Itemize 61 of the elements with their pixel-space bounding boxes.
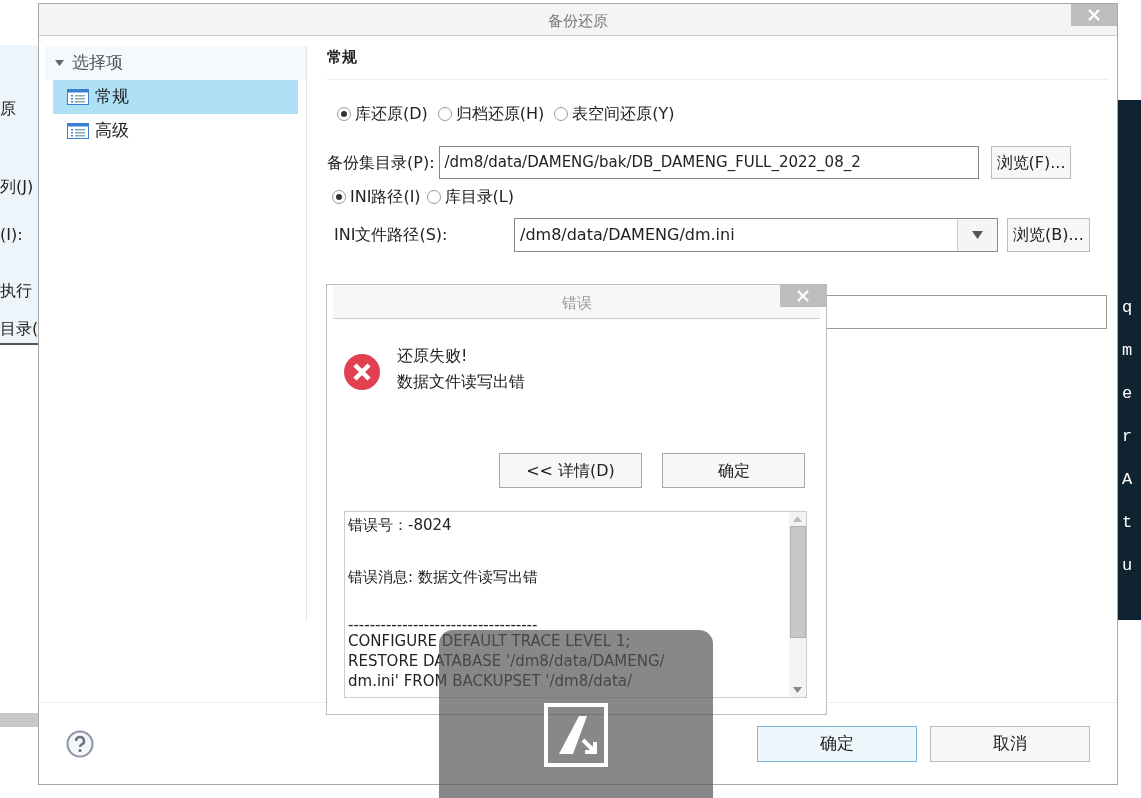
input-field[interactable]: /dm8/data/DAMENG/bak/DB_DAMENG_FULL_2022_08_2 — [438, 146, 979, 179]
radio-button[interactable] — [332, 190, 346, 204]
ok-button[interactable]: 确定 — [757, 725, 917, 762]
dropdown-field[interactable]: /dm8/data/DAMENG/dm.ini — [514, 218, 998, 252]
details-text: 错误号：-8024 — [348, 515, 453, 535]
scroll-down-icon — [793, 687, 802, 693]
separator-text: ----------------------------------- — [348, 619, 539, 631]
close-icon — [797, 290, 809, 302]
radio-label: 库目录(L) — [444, 186, 514, 208]
browse-button[interactable]: 浏览(F)... — [990, 146, 1072, 179]
close-icon — [1088, 9, 1100, 21]
background-label: 执行 — [0, 280, 32, 302]
field-label: 备份集目录(P): — [327, 151, 435, 174]
details-text: 错误消息: 数据文件读写出错 — [348, 567, 539, 587]
sql-text: dm.ini' FROM BACKUPSET '/dm8/data/ — [348, 671, 634, 691]
error-message: 数据文件读写出错 — [397, 371, 525, 393]
background-label: (I): — [0, 224, 23, 246]
sidebar-item[interactable]: 高级 — [53, 114, 298, 148]
terminal-text: t — [1122, 512, 1134, 534]
section-title: 常规 — [327, 47, 357, 69]
terminal-text: A — [1122, 469, 1134, 491]
radio-label: INI路径(I) — [350, 186, 421, 208]
scroll-up-icon — [793, 516, 802, 522]
radio-button[interactable] — [437, 107, 452, 121]
terminal-text: q — [1122, 297, 1134, 319]
window-title: 备份还原 — [547, 11, 609, 32]
list-icon — [67, 123, 89, 139]
expand-icon[interactable] — [543, 702, 609, 768]
caret-icon — [55, 60, 64, 66]
background-label: 目录( — [0, 318, 39, 340]
cancel-button[interactable]: 取消 — [930, 725, 1090, 762]
terminal-text: e — [1122, 383, 1134, 405]
sidebar-item[interactable]: 常规 — [53, 80, 298, 114]
list-icon — [67, 89, 89, 105]
dropdown-arrow-icon — [972, 231, 983, 239]
help-icon — [66, 729, 94, 758]
radio-button[interactable] — [426, 190, 441, 204]
details-button[interactable]: << 详情(D) — [499, 453, 642, 488]
radio-label: 库还原(D) — [355, 103, 428, 125]
window-title: 错误 — [560, 293, 593, 314]
terminal-text: m — [1122, 340, 1134, 362]
terminal-text: u — [1122, 555, 1134, 577]
background-bar — [0, 713, 38, 727]
sql-text: CONFIGURE DEFAULT TRACE LEVEL 1; — [348, 631, 632, 651]
error-message: 还原失败! — [397, 345, 469, 367]
radio-button[interactable] — [337, 107, 351, 121]
ok-button[interactable]: 确定 — [662, 453, 805, 488]
scrollbar-thumb[interactable] — [789, 526, 806, 638]
error-icon — [343, 353, 381, 391]
radio-button[interactable] — [554, 107, 569, 121]
close-button[interactable] — [1071, 4, 1117, 26]
background-label: 原 — [0, 98, 16, 120]
radio-label: 表空间还原(Y) — [572, 103, 675, 125]
close-button[interactable] — [780, 285, 826, 307]
field-label: INI文件路径(S): — [334, 224, 449, 246]
background-label: 列(J) — [0, 176, 34, 198]
terminal-text: r — [1122, 426, 1134, 448]
sidebar-header[interactable]: 选择项 — [45, 46, 306, 80]
browse-button[interactable]: 浏览(B)... — [1007, 218, 1090, 252]
radio-label: 归档还原(H) — [455, 103, 545, 125]
scrollbar[interactable] — [789, 512, 806, 697]
